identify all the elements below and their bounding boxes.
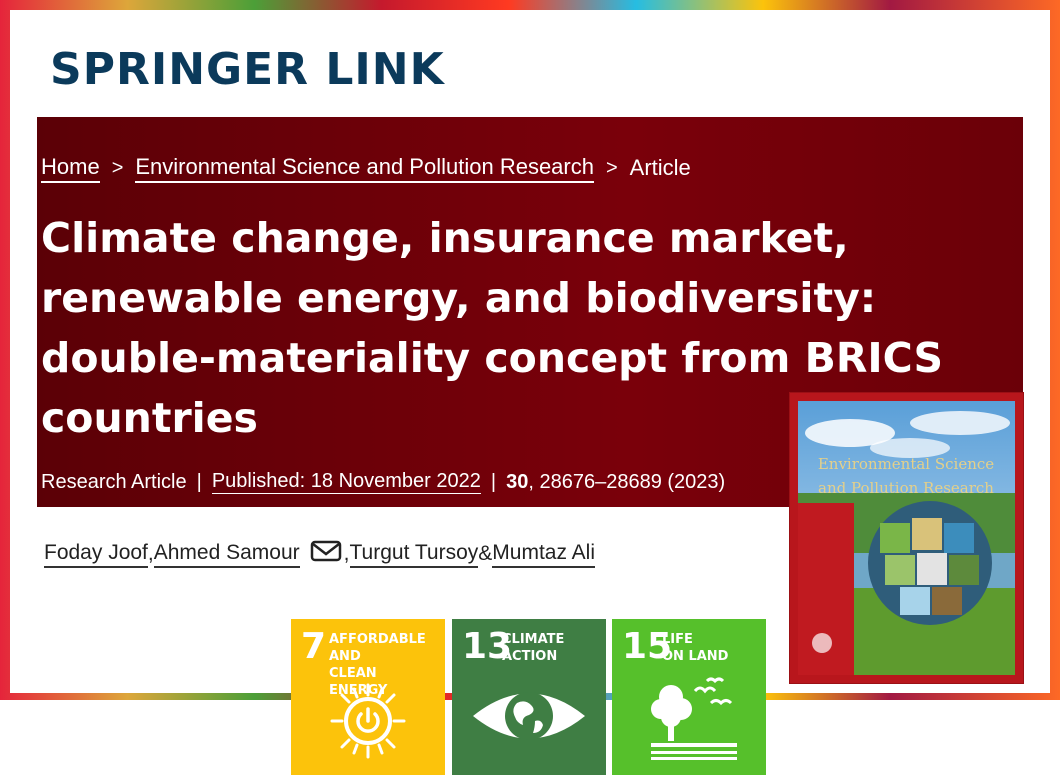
email-icon[interactable] [310, 539, 342, 569]
sun-power-icon [330, 683, 406, 759]
breadcrumb-home[interactable]: Home [41, 154, 100, 183]
pages-year: , 28676–28689 (2023) [528, 470, 726, 493]
published-date[interactable]: Published: 18 November 2022 [211, 470, 481, 494]
sdg-15-tile[interactable]: 15 LIFE ON LAND [612, 619, 766, 775]
sdg-label-line: ON LAND [662, 649, 729, 664]
sdg-13-tile[interactable]: 13 CLIMATE ACTION [452, 619, 606, 775]
article-meta: Research Article | Published: 18 Novembe… [41, 466, 725, 498]
breadcrumb-current: Article [629, 155, 691, 180]
cover-title-line1: Environmental Science [818, 455, 994, 473]
sdg-label-line: ACTION [502, 649, 558, 664]
earth-eye-icon [473, 692, 585, 740]
volume-number: 30 [506, 470, 529, 493]
sdg-7-tile[interactable]: 7 AFFORDABLE AND CLEAN ENERGY [291, 619, 445, 775]
meta-divider: | [490, 470, 497, 493]
sdg-label: LIFE ON LAND [662, 631, 762, 665]
author-link[interactable]: Foday Joof [44, 541, 148, 568]
author-link[interactable]: Turgut Tursoy [349, 541, 479, 568]
springer-link-logo[interactable]: SPRINGER LINK [50, 40, 445, 100]
cover-title-line2: and Pollution Research [818, 479, 994, 497]
article-type: Research Article [41, 470, 187, 493]
sdg-number: 7 [301, 626, 327, 667]
sdg-label: CLIMATE ACTION [502, 631, 602, 665]
breadcrumb-journal[interactable]: Environmental Science and Pollution Rese… [135, 154, 594, 183]
author-list: Foday Joof , Ahmed Samour , Turgut Turso… [44, 537, 595, 571]
sdg-label-line: LIFE [662, 632, 693, 647]
meta-divider: | [196, 470, 202, 493]
author-separator: & [478, 542, 493, 565]
journal-cover-image[interactable]: Environmental Science and Pollution Rese… [790, 393, 1023, 683]
author-link[interactable]: Mumtaz Ali [492, 541, 595, 568]
sdg-label-line: AFFORDABLE AND [329, 632, 426, 664]
breadcrumb-separator: > [605, 156, 618, 179]
breadcrumb-separator: > [111, 156, 124, 179]
breadcrumb: Home > Environmental Science and Polluti… [41, 152, 691, 184]
tree-birds-icon [651, 677, 737, 760]
sdg-label-line: CLIMATE [502, 632, 565, 647]
author-link[interactable]: Ahmed Samour [153, 541, 300, 568]
